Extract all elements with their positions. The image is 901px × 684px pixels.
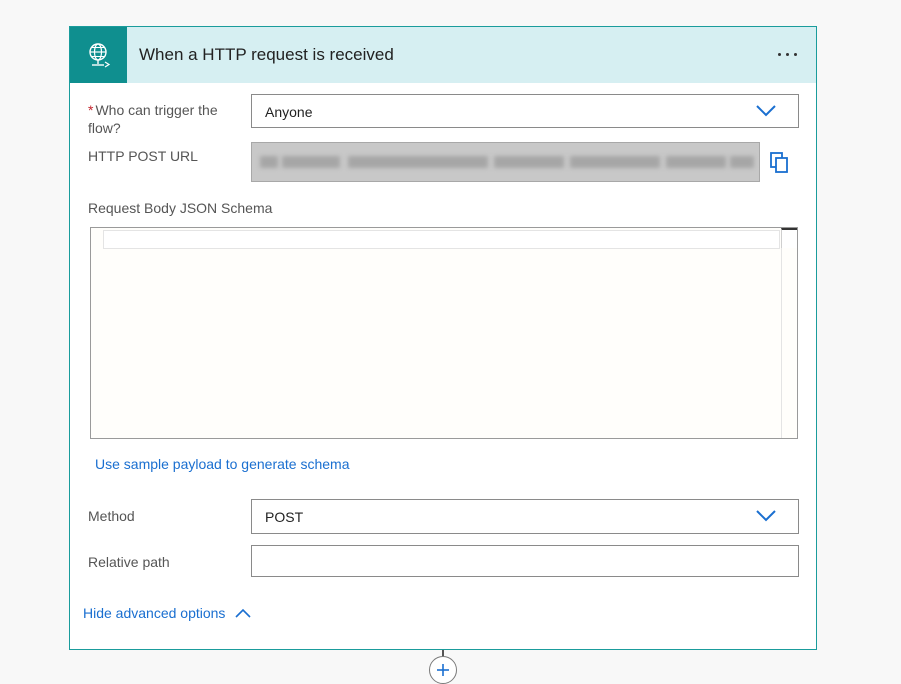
chevron-up-icon: [235, 605, 252, 621]
http-post-url-field[interactable]: [251, 142, 760, 182]
schema-scrollbar-thumb[interactable]: [781, 228, 797, 248]
sample-payload-link[interactable]: Use sample payload to generate schema: [95, 456, 349, 472]
who-can-trigger-label: * Who can trigger the flow?: [88, 102, 218, 136]
chevron-down-icon: [756, 508, 776, 527]
relative-path-input[interactable]: [251, 545, 799, 577]
schema-scrollbar[interactable]: [781, 228, 797, 438]
more-options-icon[interactable]: [772, 41, 802, 67]
required-marker: *: [88, 102, 94, 118]
schema-editor-line[interactable]: [103, 230, 780, 249]
schema-label: Request Body JSON Schema: [88, 200, 273, 216]
globe-request-icon: [70, 27, 127, 83]
relative-path-label: Relative path: [88, 554, 170, 570]
method-value: POST: [265, 509, 304, 525]
who-can-trigger-dropdown[interactable]: Anyone: [251, 94, 799, 128]
trigger-title: When a HTTP request is received: [139, 45, 394, 64]
http-post-url-label: HTTP POST URL: [88, 148, 198, 164]
schema-editor[interactable]: [90, 227, 798, 439]
http-trigger-card: When a HTTP request is received * Who can…: [69, 26, 817, 650]
add-step-button[interactable]: [429, 656, 457, 684]
card-header[interactable]: When a HTTP request is received: [70, 27, 816, 83]
method-dropdown[interactable]: POST: [251, 499, 799, 534]
copy-icon[interactable]: [768, 151, 790, 175]
who-can-trigger-value: Anyone: [265, 104, 313, 120]
chevron-down-icon: [756, 103, 776, 122]
hide-advanced-options-label: Hide advanced options: [83, 605, 226, 621]
method-label: Method: [88, 508, 135, 524]
plus-icon: [437, 664, 449, 676]
hide-advanced-options-link[interactable]: Hide advanced options: [83, 605, 252, 621]
